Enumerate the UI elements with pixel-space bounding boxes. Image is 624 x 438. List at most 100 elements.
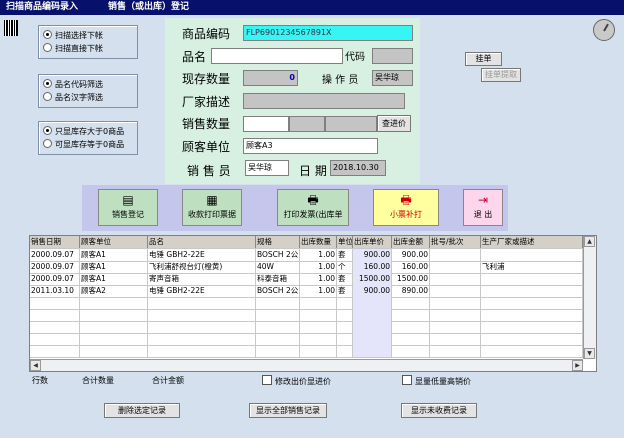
- table-cell: [392, 345, 430, 357]
- radio-icon: [43, 30, 52, 39]
- column-header: 出库数量: [300, 236, 337, 248]
- column-header: 出库金额: [392, 236, 430, 248]
- table-cell: [148, 297, 256, 309]
- radio-stock-eq0[interactable]: 可显库存等于0商品: [43, 139, 124, 150]
- horizontal-scrollbar[interactable]: ◀ ▶: [30, 359, 583, 371]
- name-label: 品名: [182, 50, 207, 64]
- stock-value: 0: [243, 70, 298, 86]
- radio-filter-code[interactable]: 品名代码筛选: [43, 79, 103, 90]
- delete-selected-button[interactable]: 删除选定记录: [104, 403, 180, 418]
- radio-icon: [43, 79, 52, 88]
- table-cell: 160.00: [353, 261, 392, 273]
- code-input[interactable]: FLP6901234567891X: [243, 25, 413, 41]
- table-cell: 40W: [256, 261, 300, 273]
- column-header: 顾客单位: [80, 236, 148, 248]
- table-cell: [430, 261, 481, 273]
- column-header: 生产厂家或描述: [481, 236, 583, 248]
- qty-label: 销售数量: [182, 117, 231, 131]
- collect-print-button[interactable]: ▦ 收款打印票据: [182, 189, 242, 226]
- printer-icon: 🖶: [307, 193, 319, 207]
- show-cost-checkbox[interactable]: 修改出价显进价: [262, 375, 331, 387]
- table-cell: [80, 321, 148, 333]
- exit-button[interactable]: ⇥ 退 出: [463, 189, 503, 226]
- table-cell: [481, 249, 583, 261]
- radio-filter-name[interactable]: 品名汉字筛选: [43, 92, 103, 103]
- show-unpaid-button[interactable]: 显示未收费记录: [401, 403, 477, 418]
- table-cell: [148, 333, 256, 345]
- table-cell: 顾客A2: [80, 285, 148, 297]
- cust-input[interactable]: 顾客A3: [243, 138, 378, 154]
- table-cell: 飞利浦舒视台灯(橙黄): [148, 261, 256, 273]
- table-cell: 1.00: [300, 273, 337, 285]
- radio-stock-gt0[interactable]: 只显库存大于0商品: [43, 126, 124, 137]
- table-cell: [80, 345, 148, 357]
- table-cell: [80, 297, 148, 309]
- table-cell: 顾客A1: [80, 261, 148, 273]
- table-cell: [430, 333, 481, 345]
- table-cell: 1500.00: [353, 273, 392, 285]
- dm-input[interactable]: [372, 48, 413, 64]
- sales-table: 销售日期 顾客单位 品名 规格 出库数量 单位 出库单价 出库金额 批号/批次 生产厂家或描述 20…: [29, 235, 597, 372]
- table-cell: 科泰音箱: [256, 273, 300, 285]
- table-cell: 电锤 GBH2-22E: [148, 285, 256, 297]
- reprint-ticket-button[interactable]: 🖶 小票补打: [373, 189, 439, 226]
- scroll-right-icon[interactable]: ▶: [572, 360, 583, 371]
- qty-field-2[interactable]: [289, 116, 325, 132]
- total-amount-label: 合计金额: [152, 376, 184, 385]
- column-header: 规格: [256, 236, 300, 248]
- table-cell: [148, 345, 256, 357]
- show-all-sales-button[interactable]: 显示全部销售记录: [249, 403, 327, 418]
- table-cell: [481, 309, 583, 321]
- table-cell: 飞利浦: [481, 261, 583, 273]
- scroll-up-icon[interactable]: ▲: [584, 236, 595, 247]
- table-cell: [481, 345, 583, 357]
- table-cell: 1.00: [300, 249, 337, 261]
- date-label: 日 期: [299, 164, 327, 178]
- action-toolbar: ▤ 销售登记 ▦ 收款打印票据 🖶 打印发票(出库单 🖶 小票补打 ⇥ 退 出: [82, 185, 508, 231]
- table-cell: 2000.09.07: [30, 273, 80, 285]
- table-cell: [80, 309, 148, 321]
- name-input[interactable]: [211, 48, 343, 64]
- check-price-button[interactable]: 查进价: [377, 115, 411, 132]
- qty-input[interactable]: [243, 116, 289, 132]
- table-cell: [481, 273, 583, 285]
- radio-scan-select[interactable]: 扫描选择下帐: [43, 30, 103, 41]
- seller-input[interactable]: 吴华琼: [245, 160, 289, 176]
- operator-value: 吴华琼: [372, 70, 413, 86]
- vertical-scrollbar[interactable]: ▲ ▼: [583, 236, 596, 359]
- table-cell: [481, 333, 583, 345]
- scroll-left-icon[interactable]: ◀: [30, 360, 41, 371]
- clock-icon[interactable]: [593, 19, 615, 41]
- rows-count-label: 行数: [32, 376, 48, 385]
- entry-form: 商品编码 FLP6901234567891X 品名 代码 现存数量 0 操 作 …: [165, 18, 420, 184]
- date-value[interactable]: 2018.10.30: [330, 160, 386, 176]
- print-invoice-button[interactable]: 🖶 打印发票(出库单: [277, 189, 349, 226]
- table-cell: [300, 321, 337, 333]
- radio-scan-direct[interactable]: 扫描直接下帐: [43, 43, 103, 54]
- hang-order-button[interactable]: 挂单: [465, 52, 502, 66]
- table-cell: [353, 297, 392, 309]
- cust-label: 顾客单位: [182, 140, 231, 154]
- qty-field-3[interactable]: [325, 116, 377, 132]
- maker-input[interactable]: [243, 93, 405, 109]
- table-cell: [392, 321, 430, 333]
- register-sale-button[interactable]: ▤ 销售登记: [98, 189, 158, 226]
- radio-icon: [43, 126, 52, 135]
- table-cell: [430, 249, 481, 261]
- table-row[interactable]: [30, 345, 583, 358]
- operator-label: 操 作 员: [322, 75, 359, 86]
- receipt-icon: ▦: [206, 193, 218, 207]
- table-cell: [337, 309, 353, 321]
- scroll-down-icon[interactable]: ▼: [584, 348, 595, 359]
- table-cell: 900.00: [392, 249, 430, 261]
- retrieve-order-button[interactable]: 挂单提取: [481, 68, 521, 82]
- table-cell: 顾客A1: [80, 273, 148, 285]
- table-cell: [430, 309, 481, 321]
- show-high-price-checkbox[interactable]: 显量低量高销价: [402, 375, 471, 387]
- title-right: 销售（或出库）登记: [108, 2, 190, 12]
- checkbox-icon: [262, 375, 272, 385]
- table-cell: [300, 345, 337, 357]
- table-cell: [430, 297, 481, 309]
- column-header: 单位: [337, 236, 353, 248]
- table-cell: [430, 285, 481, 297]
